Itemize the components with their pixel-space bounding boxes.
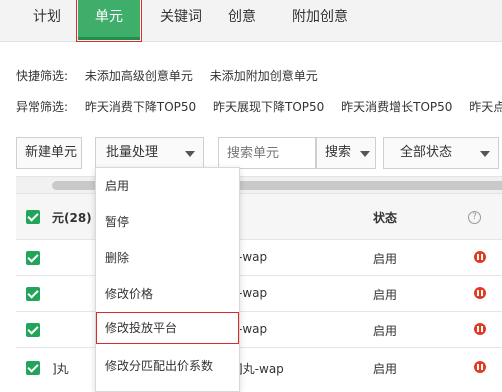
tab-bar: 计划 单元 关键词 创意 附加创意 <box>0 0 502 42</box>
menu-item-pause[interactable]: 暂停 <box>96 204 239 240</box>
tab-extra-creative[interactable]: 附加创意 <box>282 0 358 40</box>
anomaly-filter-item[interactable]: 昨天展现下降TOP50 <box>213 100 324 114</box>
unit-name2-cell: -wap <box>238 286 268 300</box>
unit-column-header[interactable]: 元(28) <box>52 209 92 226</box>
batch-action-label: 批量处理 <box>106 145 159 160</box>
row-checkbox[interactable] <box>26 287 40 301</box>
quick-filter-item[interactable]: 未添加附加创意单元 <box>210 69 318 83</box>
pause-status-icon[interactable] <box>474 251 486 263</box>
quick-filter-row: 快捷筛选: 未添加高级创意单元 未添加附加创意单元 <box>16 67 331 83</box>
chevron-down-icon <box>185 151 195 157</box>
unit-name2-cell: -wap <box>238 250 268 264</box>
unit-name-cell[interactable]: ]丸 <box>52 360 69 377</box>
tab-unit-label: 单元 <box>95 9 123 25</box>
pause-status-icon[interactable] <box>474 361 486 373</box>
menu-item-edit-match-bid[interactable]: 修改分匹配出价系数 <box>96 348 239 384</box>
table-row[interactable]: -wap 启用 <box>16 240 502 276</box>
status-filter-select[interactable]: 全部状态 <box>383 137 499 169</box>
chevron-down-icon <box>480 151 490 157</box>
status-cell: 启用 <box>373 252 398 266</box>
new-unit-button[interactable]: 新建单元 <box>16 137 82 169</box>
row-checkbox[interactable] <box>26 323 40 337</box>
status-cell: 启用 <box>373 324 398 338</box>
batch-action-menu: 启用 暂停 删除 修改价格 修改投放平台 修改分匹配出价系数 <box>95 167 240 392</box>
tab-plan[interactable]: 计划 <box>20 0 74 40</box>
tab-unit[interactable]: 单元 <box>78 0 140 40</box>
anomaly-filter-item[interactable]: 昨天消费增长TOP50 <box>341 100 452 114</box>
status-cell: 启用 <box>373 288 398 302</box>
status-filter-label: 全部状态 <box>400 145 453 160</box>
pause-status-icon[interactable] <box>474 323 486 335</box>
pause-status-icon[interactable] <box>474 287 486 299</box>
search-unit-input[interactable] <box>218 137 316 169</box>
horizontal-scrollbar[interactable] <box>16 176 502 194</box>
table-row[interactable]: -wap 启用 <box>16 276 502 312</box>
status-cell: 启用 <box>373 362 398 376</box>
tab-keyword[interactable]: 关键词 <box>146 0 216 40</box>
unit-name2-cell: -wap <box>238 322 268 336</box>
tab-creative[interactable]: 创意 <box>220 0 264 40</box>
tab-active-indicator <box>78 37 140 40</box>
help-icon[interactable]: ? <box>468 211 481 224</box>
anomaly-filter-item[interactable]: 昨天消费下降TOP50 <box>85 100 196 114</box>
quick-filter-label: 快捷筛选: <box>16 69 69 83</box>
menu-item-edit-price[interactable]: 修改价格 <box>96 276 239 312</box>
unit-name2-cell: ]丸-wap <box>238 362 284 376</box>
status-column-header[interactable]: 状态 <box>373 209 397 226</box>
table-row[interactable]: -wap 启用 <box>16 312 502 348</box>
table-header: 元(28) 状态 ? <box>16 194 502 240</box>
quick-filter-item[interactable]: 未添加高级创意单元 <box>85 69 193 83</box>
menu-item-edit-platform[interactable]: 修改投放平台 <box>96 312 239 344</box>
select-all-checkbox[interactable] <box>26 210 40 224</box>
anomaly-filter-item[interactable]: 昨天点 <box>469 100 502 114</box>
anomaly-filter-label: 异常筛选: <box>16 100 69 114</box>
search-button[interactable]: 搜索 <box>316 137 376 169</box>
batch-action-button[interactable]: 批量处理 <box>95 137 204 169</box>
search-button-label: 搜索 <box>325 145 352 160</box>
row-checkbox[interactable] <box>26 361 40 375</box>
menu-item-delete[interactable]: 删除 <box>96 240 239 276</box>
app-root: 计划 单元 关键词 创意 附加创意 快捷筛选: 未添加高级创意单元 未添加附加创… <box>0 0 502 392</box>
menu-item-enable[interactable]: 启用 <box>96 168 239 204</box>
table-row[interactable]: ]丸 ]丸-wap 启用 <box>16 348 502 388</box>
row-checkbox[interactable] <box>26 251 40 265</box>
chevron-down-icon <box>360 151 370 157</box>
anomaly-filter-row: 异常筛选: 昨天消费下降TOP50 昨天展现下降TOP50 昨天消费增长TOP5… <box>16 98 502 114</box>
